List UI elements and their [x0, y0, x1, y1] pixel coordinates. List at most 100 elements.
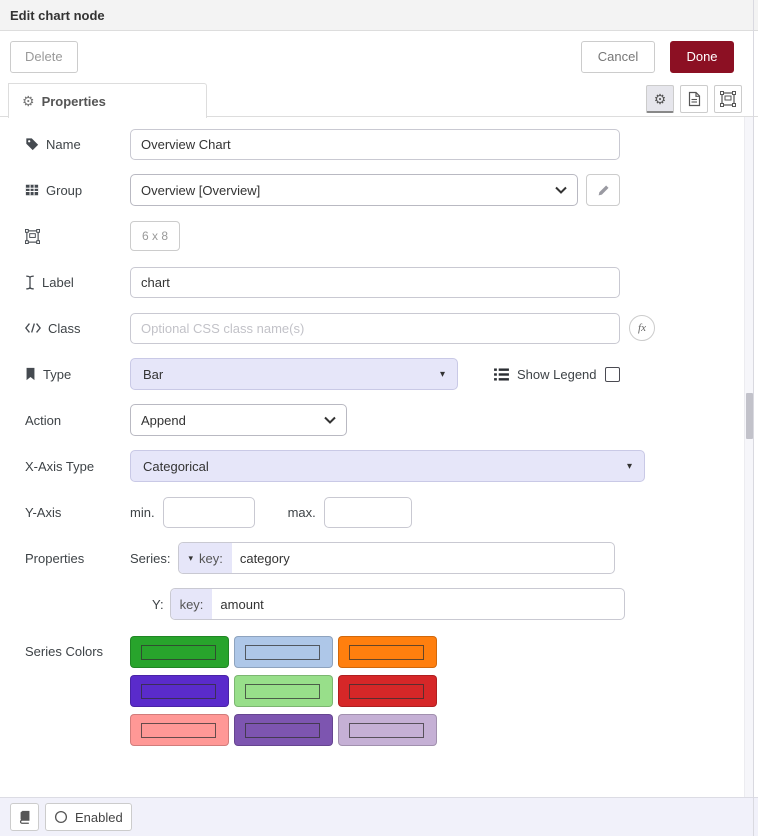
row-class: Class fx: [25, 312, 758, 344]
y-type-button[interactable]: key:: [171, 589, 213, 619]
row-series-colors: Series Colors: [25, 636, 758, 746]
action-label: Action: [25, 413, 130, 428]
appearance-icon: [720, 91, 736, 107]
color-value-box[interactable]: [141, 645, 216, 660]
action-select-value: Append: [141, 413, 324, 428]
chevron-down-icon: [555, 186, 567, 194]
row-yaxis: Y-Axis min. max.: [25, 496, 758, 528]
size-label: [25, 229, 130, 244]
properties-label: Properties: [25, 551, 130, 566]
xaxis-dropdown-value: Categorical: [143, 459, 627, 474]
properties-tab-button[interactable]: ⚙: [646, 85, 674, 113]
row-y-key: Y: key:: [152, 588, 758, 620]
cancel-button[interactable]: Cancel: [581, 41, 655, 73]
group-label: Group: [25, 183, 130, 198]
color-value-box[interactable]: [245, 684, 320, 699]
code-icon: [25, 322, 41, 334]
i-cursor-icon: [25, 275, 35, 290]
group-select[interactable]: Overview [Overview]: [130, 174, 578, 206]
dialog-header: Edit chart node: [0, 0, 758, 31]
show-legend-label: Show Legend: [517, 367, 597, 382]
group-select-value: Overview [Overview]: [141, 183, 555, 198]
bookmark-icon: [25, 367, 36, 381]
type-dropdown[interactable]: Bar ▾: [130, 358, 458, 390]
row-name: Name: [25, 128, 758, 160]
row-type: Type Bar ▾ Show Legend: [25, 358, 758, 390]
series-color-swatch-2[interactable]: [234, 636, 333, 668]
series-typed-input: ▾ key:: [178, 542, 615, 574]
series-color-swatch-9[interactable]: [338, 714, 437, 746]
color-value-box[interactable]: [349, 723, 424, 738]
list-icon: [494, 368, 509, 381]
y-key-input[interactable]: [212, 589, 623, 619]
row-label: Label: [25, 266, 758, 298]
properties-panel: Name Group Overview [Overview]: [0, 117, 758, 797]
series-colors-grid: [130, 636, 437, 746]
gear-icon: ⚙: [22, 94, 35, 108]
type-dropdown-value: Bar: [143, 367, 440, 382]
row-series: Properties Series: ▾ key:: [25, 542, 758, 574]
name-label: Name: [25, 137, 130, 152]
class-label: Class: [25, 321, 130, 336]
pencil-icon: [597, 184, 610, 197]
edit-group-button[interactable]: [586, 174, 620, 206]
size-button[interactable]: 6 x 8: [130, 221, 180, 251]
color-value-box[interactable]: [141, 684, 216, 699]
row-size: 6 x 8: [25, 220, 758, 252]
description-icon: [687, 91, 701, 107]
widget-label-label: Label: [25, 275, 130, 290]
yaxis-min-label: min.: [130, 505, 155, 520]
yaxis-label: Y-Axis: [25, 505, 130, 520]
series-key-input[interactable]: [232, 543, 615, 573]
widget-label-input[interactable]: [130, 267, 620, 298]
table-icon: [25, 183, 39, 197]
description-tab-button[interactable]: [680, 85, 708, 113]
series-color-swatch-1[interactable]: [130, 636, 229, 668]
series-color-swatch-6[interactable]: [338, 675, 437, 707]
fx-button[interactable]: fx: [629, 315, 655, 341]
tag-icon: [25, 137, 39, 151]
color-value-box[interactable]: [349, 684, 424, 699]
done-button[interactable]: Done: [670, 41, 734, 73]
edit-chart-node-dialog: Edit chart node Delete Cancel Done ⚙ Pro…: [0, 0, 758, 836]
gear-icon: ⚙: [654, 92, 667, 106]
color-value-box[interactable]: [141, 723, 216, 738]
appearance-tab-button[interactable]: [714, 85, 742, 113]
series-color-swatch-8[interactable]: [234, 714, 333, 746]
series-color-swatch-4[interactable]: [130, 675, 229, 707]
show-legend-checkbox[interactable]: [605, 367, 620, 382]
class-input[interactable]: [130, 313, 620, 344]
series-color-swatch-5[interactable]: [234, 675, 333, 707]
dialog-title: Edit chart node: [10, 8, 105, 23]
vertical-scrollbar[interactable]: [744, 117, 753, 797]
color-value-box[interactable]: [245, 645, 320, 660]
row-xaxis: X-Axis Type Categorical ▾: [25, 450, 758, 482]
dialog-footer: Enabled: [0, 797, 758, 836]
action-select[interactable]: Append: [130, 404, 347, 436]
chevron-down-icon: [324, 416, 336, 424]
series-color-swatch-3[interactable]: [338, 636, 437, 668]
yaxis-max-label: max.: [288, 505, 316, 520]
dialog-toolbar: Delete Cancel Done: [0, 31, 758, 82]
color-value-box[interactable]: [245, 723, 320, 738]
book-icon: [19, 810, 30, 824]
scrollbar-thumb[interactable]: [746, 393, 753, 439]
row-group: Group Overview [Overview]: [25, 174, 758, 206]
type-label: Type: [25, 367, 130, 382]
name-input[interactable]: [130, 129, 620, 160]
tab-properties[interactable]: ⚙ Properties: [8, 83, 207, 118]
y-typed-input: key:: [170, 588, 625, 620]
node-help-button[interactable]: [10, 803, 39, 831]
series-label: Series:: [130, 551, 170, 566]
delete-button[interactable]: Delete: [10, 41, 78, 73]
yaxis-min-input[interactable]: [163, 497, 255, 528]
tab-bar: ⚙ Properties ⚙: [0, 82, 758, 117]
enabled-toggle-button[interactable]: Enabled: [45, 803, 132, 831]
y-type-label: key:: [180, 597, 204, 612]
xaxis-dropdown[interactable]: Categorical ▾: [130, 450, 645, 482]
color-value-box[interactable]: [349, 645, 424, 660]
yaxis-max-input[interactable]: [324, 497, 412, 528]
series-type-button[interactable]: ▾ key:: [179, 543, 231, 573]
series-color-swatch-7[interactable]: [130, 714, 229, 746]
dialog-edge-divider: [753, 0, 754, 836]
